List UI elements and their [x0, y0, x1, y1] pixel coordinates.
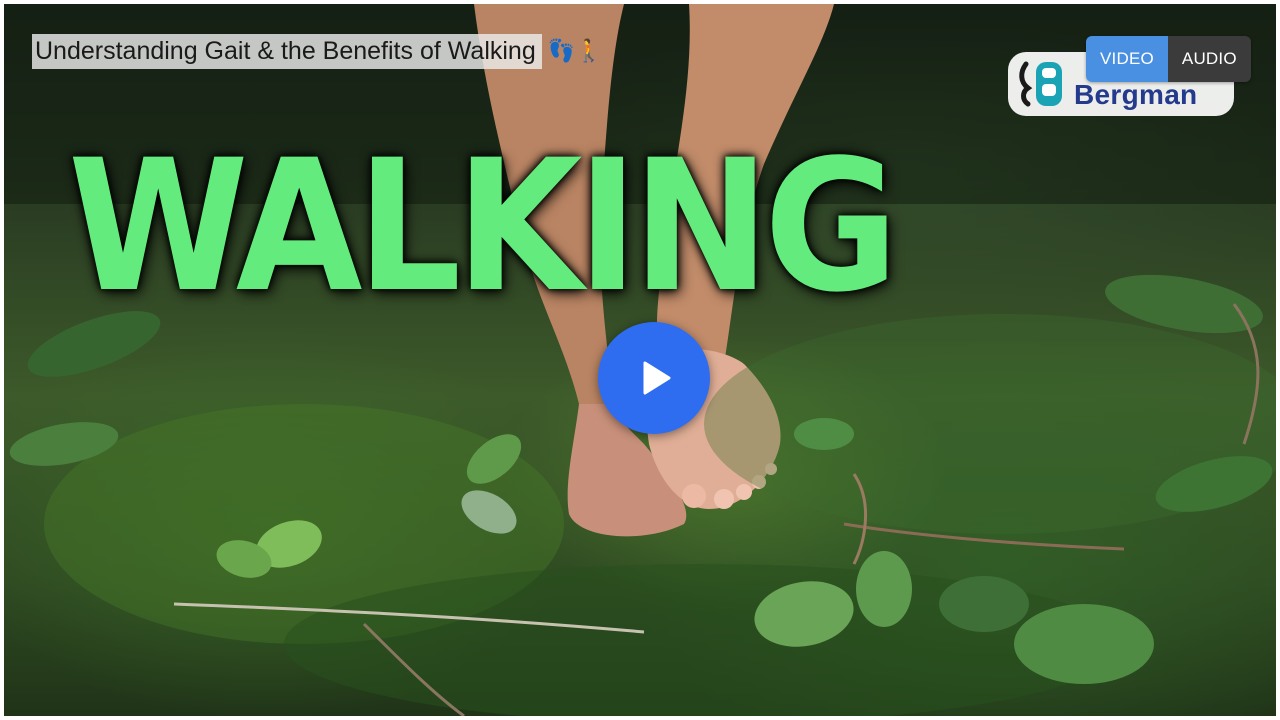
video-toggle-button[interactable]: VIDEO	[1086, 36, 1168, 82]
spine-logo-icon	[1019, 61, 1062, 107]
audio-toggle-button[interactable]: AUDIO	[1167, 36, 1251, 82]
video-player[interactable]: Understanding Gait & the Benefits of Wal…	[4, 4, 1276, 716]
logo-wordmark: Bergman	[1074, 79, 1198, 110]
thumbnail-headline: WALKING	[68, 120, 899, 332]
video-title[interactable]: Understanding Gait & the Benefits of Wal…	[32, 34, 603, 69]
media-type-toggle[interactable]: VIDEO AUDIO	[1086, 36, 1251, 82]
footprints-walking-emoji: 👣🚶	[547, 39, 603, 64]
video-title-text[interactable]: Understanding Gait & the Benefits of Wal…	[32, 34, 542, 69]
play-button[interactable]	[598, 322, 710, 434]
play-icon	[643, 361, 671, 395]
